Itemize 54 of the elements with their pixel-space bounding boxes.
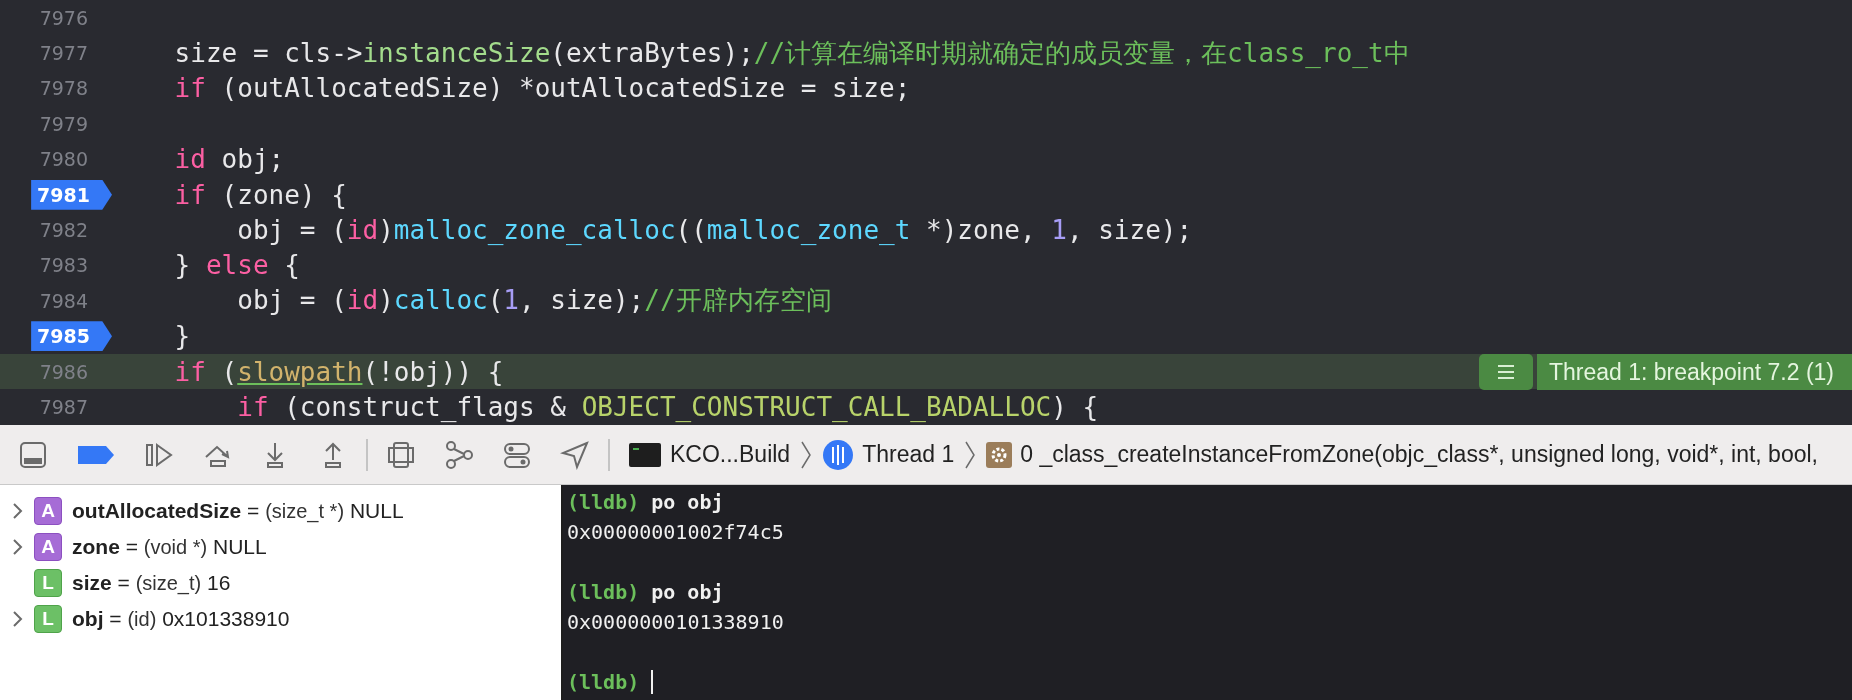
disclosure-chevron-icon[interactable] — [12, 610, 24, 628]
thread-icon — [822, 438, 855, 471]
code-line: size = cls->instanceSize(extraBytes);//计算在编译时期就确定的成员变量，在class_ro_t中 — [173, 36, 1410, 70]
line-number: 7982 — [38, 218, 89, 244]
chevron-icon[interactable] — [964, 439, 977, 470]
line-number: 7978 — [38, 76, 89, 102]
line-number: 7987 — [38, 395, 89, 420]
line-number: 7983 — [38, 253, 89, 279]
variable-kind-badge: L — [34, 605, 62, 633]
gear-icon — [986, 441, 1013, 468]
variable-kind-badge: A — [34, 497, 62, 525]
breadcrumb-item[interactable]: Thread 1 — [862, 441, 955, 468]
code-line: if (construct_flags & OBJECT_CONSTRUCT_CALL_BADALLOC) { — [236, 392, 1099, 422]
console-output: 0x00000001002f74c5 — [567, 520, 784, 544]
code-line: obj = (id)malloc_zone_calloc((malloc_zone_t *)zone, 1, size); — [236, 215, 1193, 246]
console-output: 0x0000000101338910 — [567, 610, 784, 634]
line-number: 7977 — [38, 41, 89, 67]
memory-graph-icon[interactable] — [444, 439, 474, 470]
variable-entry[interactable]: zone = (void *) NULL — [72, 535, 267, 559]
code-line: } else { — [173, 250, 300, 281]
line-number: 7980 — [38, 147, 89, 173]
variable-entry[interactable]: obj = (id) 0x101338910 — [72, 607, 290, 631]
menu-icon[interactable] — [1478, 353, 1533, 390]
lldb-prompt: (lldb) — [567, 490, 640, 514]
breadcrumb-item[interactable]: 0 _class_createInstanceFromZone(objc_class*, unsigned long, void*, int, bool, — [1020, 441, 1818, 468]
line-number: 7976 — [38, 5, 89, 31]
console-command: po obj — [651, 580, 724, 604]
variable-kind-badge: L — [34, 569, 62, 597]
console-command: po obj — [651, 490, 724, 514]
code-line: id obj; — [173, 144, 285, 175]
variable-entry[interactable]: size = (size_t) 16 — [72, 571, 231, 595]
breadcrumb-item[interactable]: KCO...Build — [670, 441, 791, 468]
variable-entry[interactable]: outAllocatedSize = (size_t *) NULL — [72, 499, 404, 523]
view-hierarchy-icon[interactable] — [386, 439, 416, 470]
breakpoint-marker[interactable]: 7981 — [31, 179, 112, 210]
line-number: 7984 — [38, 288, 89, 314]
disclosure-chevron-icon[interactable] — [12, 538, 24, 556]
lldb-prompt: (lldb) — [567, 670, 640, 694]
panel-toggle-icon[interactable] — [18, 439, 48, 470]
line-number: 7986 — [38, 359, 89, 385]
code-line: } — [173, 321, 191, 352]
breakpoint-marker[interactable]: 7985 — [31, 321, 112, 352]
chevron-icon[interactable] — [800, 439, 813, 470]
breakpoint-annotation: Thread 1: breakpoint 7.2 (1) — [1536, 353, 1852, 390]
code-line: if (slowpath(!obj)) { — [173, 356, 504, 387]
disclosure-chevron-icon[interactable] — [12, 502, 24, 520]
location-arrow-icon[interactable] — [560, 439, 590, 470]
lldb-prompt: (lldb) — [567, 580, 640, 604]
variable-kind-badge: A — [34, 533, 62, 561]
line-number: 7979 — [38, 111, 89, 137]
text-cursor — [651, 670, 654, 694]
code-line: if (zone) { — [173, 179, 347, 210]
code-line: obj = (id)calloc(1, size);//开辟内存空间 — [236, 284, 832, 318]
code-line: if (outAllocatedSize) *outAllocatedSize = size; — [173, 73, 911, 104]
